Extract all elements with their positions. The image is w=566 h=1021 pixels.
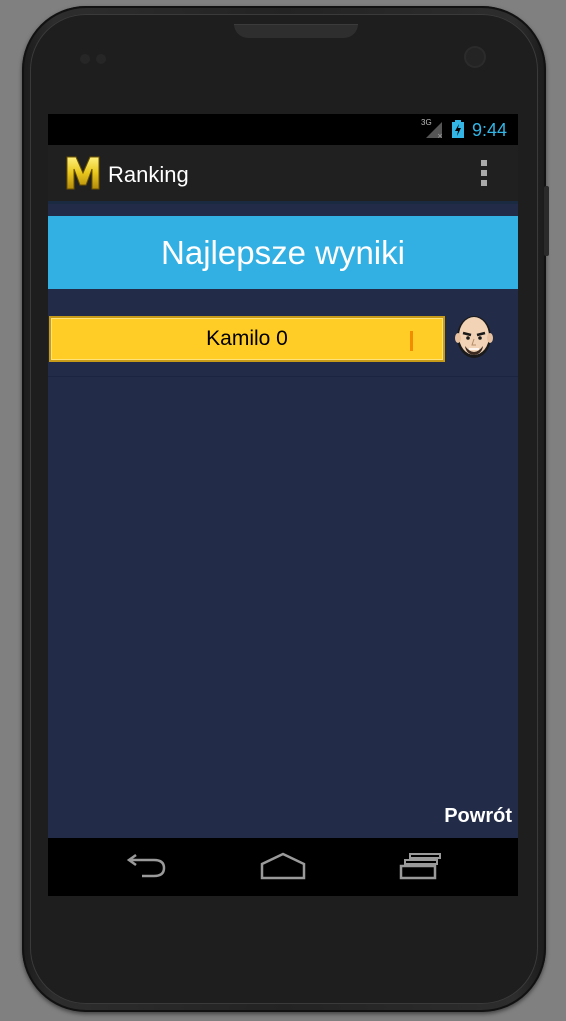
volume-button <box>544 186 549 256</box>
list-item[interactable]: Kamilo 0 <box>48 314 518 377</box>
overflow-menu-icon[interactable] <box>472 157 496 189</box>
svg-text:×: × <box>437 132 443 140</box>
ranking-screen: Najlepsze wyniki Kamilo 0 Powrót <box>48 204 518 838</box>
action-bar: Ranking <box>48 145 518 204</box>
page-title: Najlepsze wyniki <box>48 216 518 289</box>
score-label: Kamilo 0 <box>206 327 288 350</box>
score-bar[interactable]: Kamilo 0 <box>49 316 445 362</box>
speaker-grille <box>234 24 358 38</box>
clock: 9:44 <box>472 120 508 140</box>
sensor-icon <box>80 54 90 64</box>
front-camera-icon <box>466 48 484 66</box>
score-marker <box>410 331 413 351</box>
device-screen: 3G × 9:44 Ranking Najlepsze wyniki Kamil… <box>48 114 518 896</box>
battery-charging-icon <box>452 120 464 138</box>
app-logo-icon[interactable] <box>66 155 100 191</box>
back-button[interactable]: Powrót <box>444 805 512 828</box>
recent-apps-icon[interactable] <box>398 852 444 880</box>
sensor-icon <box>96 54 106 64</box>
signal-icon: × <box>426 122 443 140</box>
action-bar-title: Ranking <box>108 162 189 187</box>
home-icon[interactable] <box>260 852 306 880</box>
back-icon[interactable] <box>124 852 170 880</box>
navigation-bar <box>48 838 518 896</box>
status-bar: 3G × 9:44 <box>48 114 518 145</box>
bald-man-avatar-icon <box>455 316 493 358</box>
